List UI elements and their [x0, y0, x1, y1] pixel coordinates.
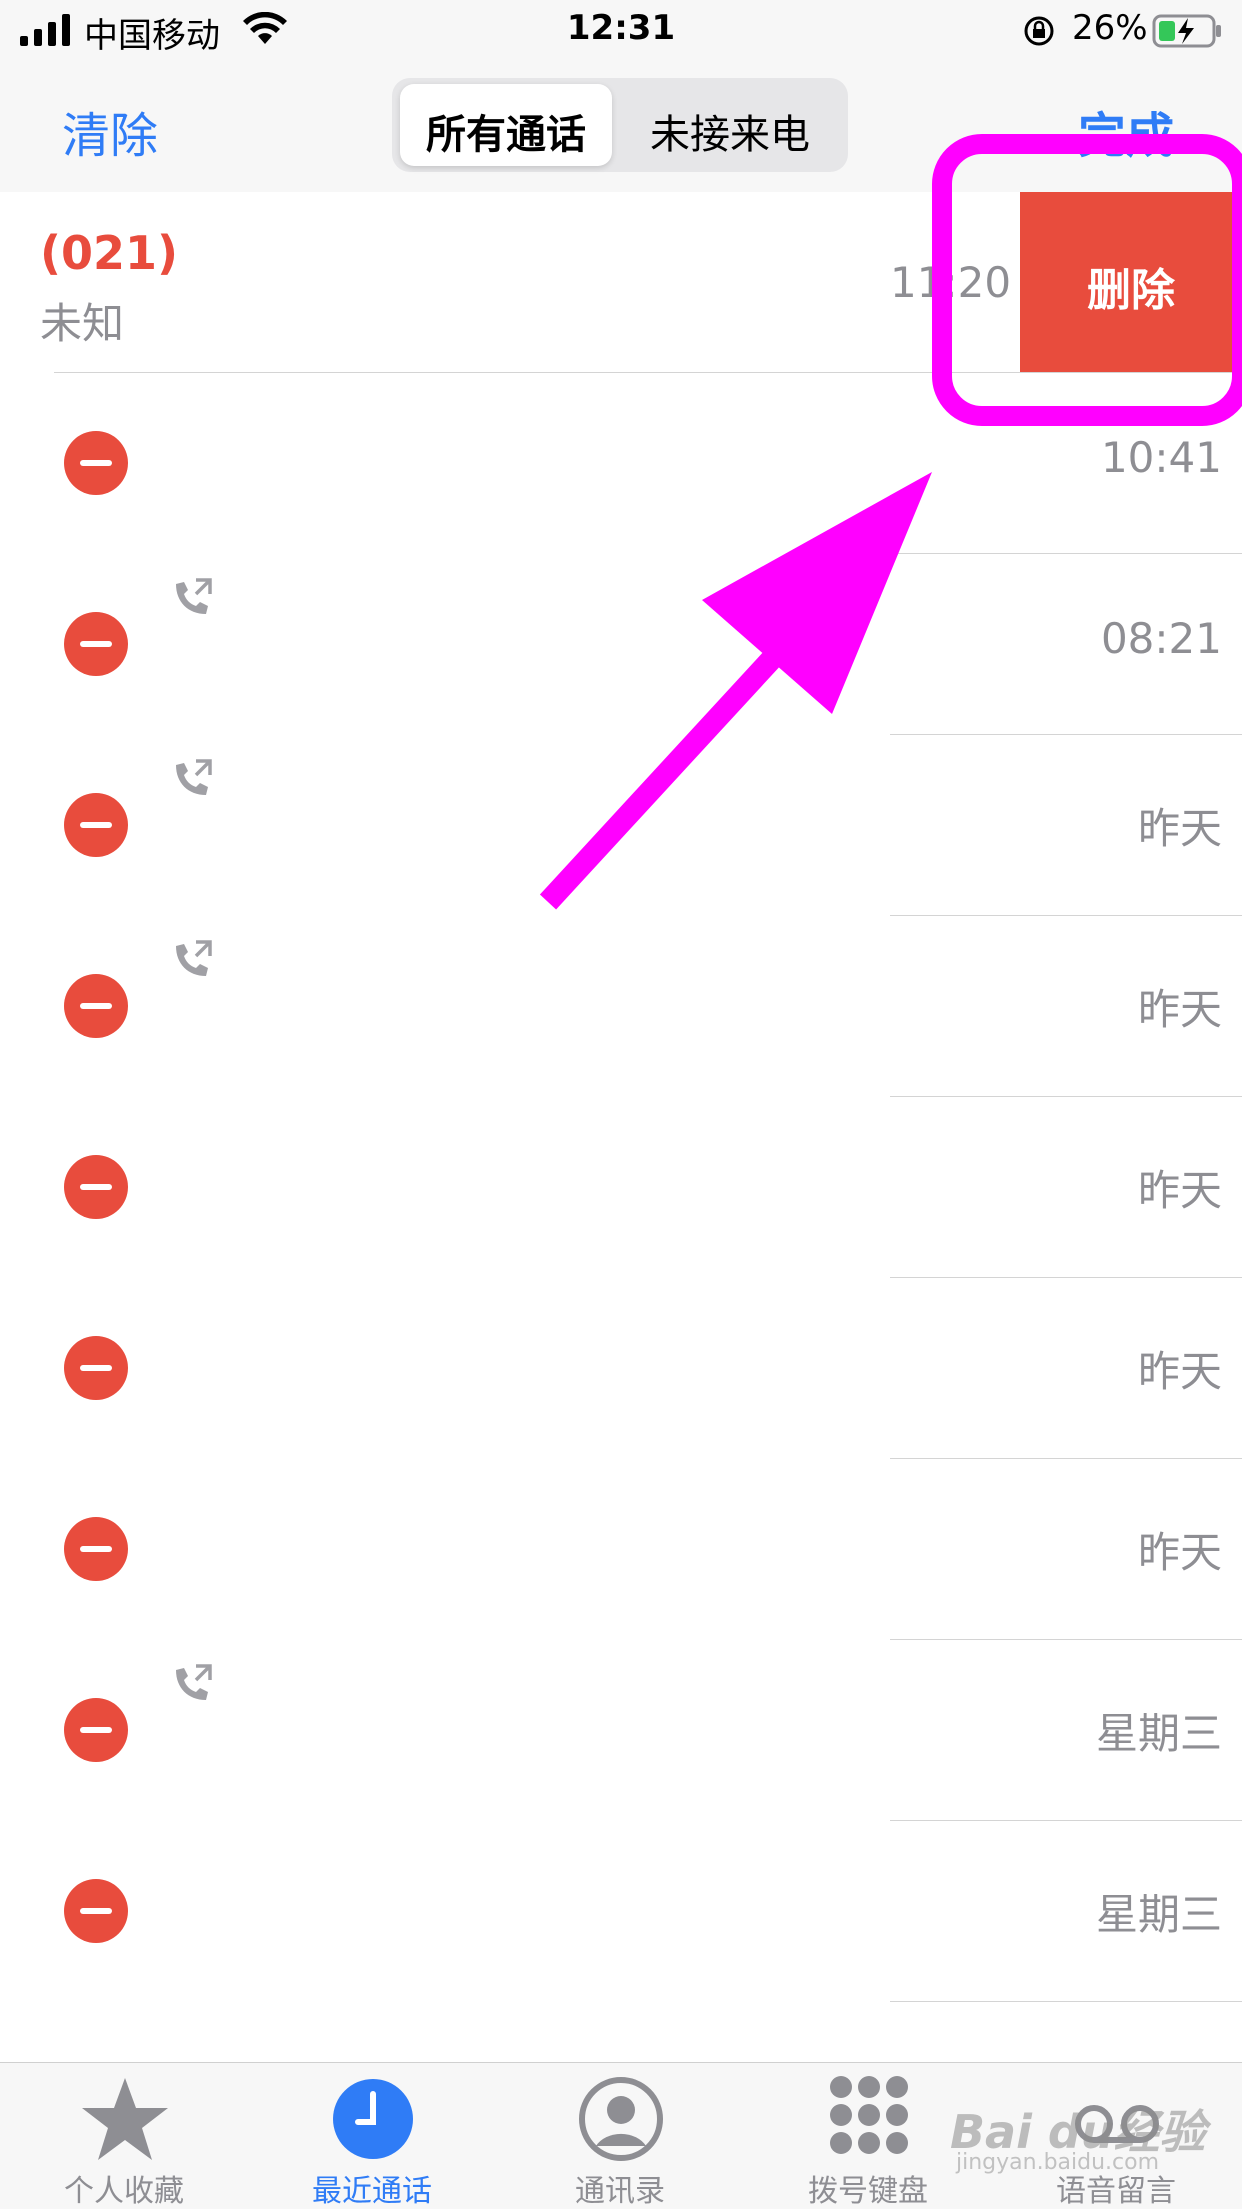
call-time: 星期三 [1095, 1709, 1222, 1758]
segment-missed-calls[interactable]: 未接来电 [620, 102, 840, 160]
tab-recents-label[interactable]: 最近通话 [272, 2166, 472, 2210]
call-time: 昨天 [1137, 1347, 1222, 1396]
keypad-icon[interactable] [824, 2074, 914, 2164]
delete-toggle-button[interactable] [64, 612, 128, 676]
delete-toggle-button[interactable] [64, 431, 128, 495]
outgoing-call-icon [176, 940, 212, 976]
caller-number: (021) [40, 226, 179, 280]
call-time: 昨天 [1137, 1166, 1222, 1215]
tab-favorites-label[interactable]: 个人收藏 [24, 2166, 224, 2210]
delete-toggle-button[interactable] [64, 1155, 128, 1219]
outgoing-call-icon [176, 578, 212, 614]
row-divider [890, 1277, 1242, 1278]
row-divider [890, 915, 1242, 916]
tab-keypad-label[interactable]: 拨号键盘 [768, 2166, 968, 2210]
delete-toggle-button[interactable] [64, 1698, 128, 1762]
call-time: 10:41 [1100, 433, 1222, 482]
call-time: 昨天 [1137, 804, 1222, 853]
call-time: 11:20 [890, 258, 1012, 307]
call-time: 昨天 [1137, 1528, 1222, 1577]
delete-toggle-button[interactable] [64, 974, 128, 1038]
row-divider [890, 1096, 1242, 1097]
delete-toggle-button[interactable] [64, 1336, 128, 1400]
call-time: 星期三 [1095, 1890, 1222, 1939]
row-divider [890, 2001, 1242, 2002]
watermark-url: jingyan.baidu.com [956, 2150, 1160, 2175]
tab-contacts-label[interactable]: 通讯录 [520, 2166, 720, 2210]
row-divider [890, 734, 1242, 735]
call-time: 08:21 [1100, 614, 1222, 663]
delete-toggle-button[interactable] [64, 1879, 128, 1943]
annotation-arrow-shaft [539, 642, 789, 910]
battery-percent: 26% [1072, 8, 1148, 48]
clock-icon[interactable] [328, 2074, 418, 2164]
row-divider [54, 372, 1242, 373]
outgoing-call-icon [176, 1664, 212, 1700]
delete-toggle-button[interactable] [64, 793, 128, 857]
annotation-arrow-head [702, 472, 932, 714]
row-divider [890, 553, 1242, 554]
row-divider [890, 1820, 1242, 1821]
outgoing-call-icon [176, 759, 212, 795]
contact-icon[interactable] [576, 2074, 666, 2164]
row-divider [890, 1639, 1242, 1640]
star-icon[interactable] [80, 2074, 170, 2164]
done-button[interactable]: 完成 [1078, 96, 1174, 166]
rotation-lock-icon [1024, 16, 1054, 46]
segment-all-calls[interactable]: 所有通话 [400, 102, 612, 160]
caller-label: 未知 [40, 299, 125, 348]
delete-toggle-button[interactable] [64, 1517, 128, 1581]
call-time: 昨天 [1137, 985, 1222, 1034]
clear-button[interactable]: 清除 [62, 96, 158, 166]
delete-button-label: 删除 [1087, 265, 1175, 316]
row-divider [890, 1458, 1242, 1459]
battery-icon [1152, 14, 1221, 48]
